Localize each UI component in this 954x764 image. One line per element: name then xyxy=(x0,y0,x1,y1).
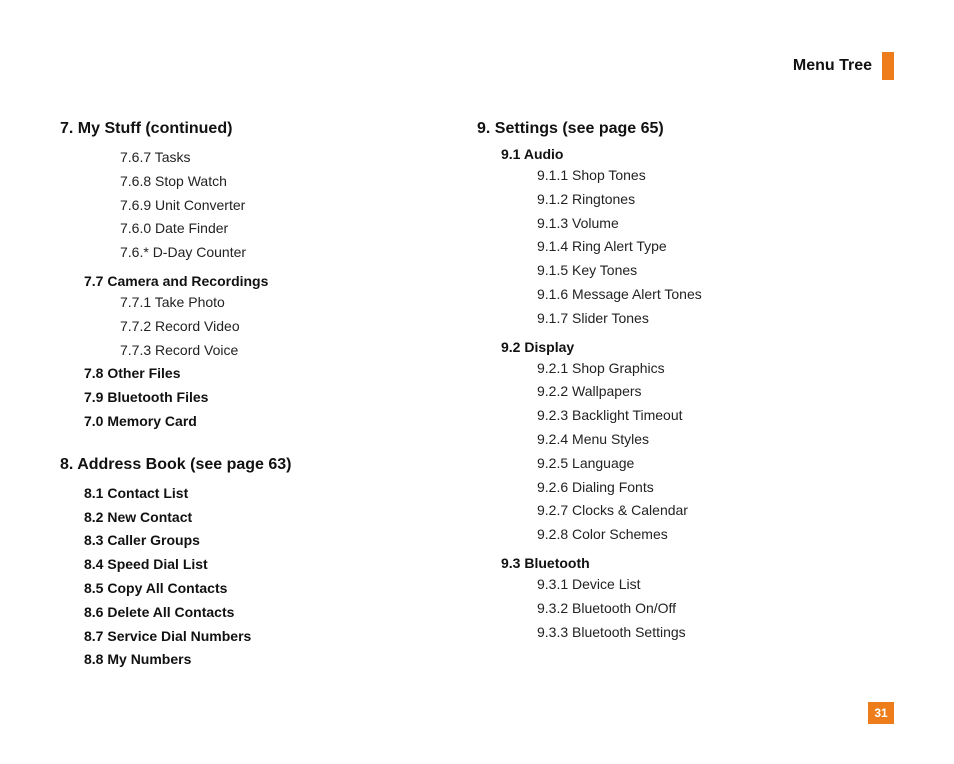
page: Menu Tree 7. My Stuff (continued) 7.6.7 … xyxy=(0,0,954,764)
left-column: 7. My Stuff (continued) 7.6.7 Tasks 7.6.… xyxy=(60,120,477,694)
list-item: 7.6.9 Unit Converter xyxy=(60,194,447,218)
list-item: 7.6.8 Stop Watch xyxy=(60,170,447,194)
content-columns: 7. My Stuff (continued) 7.6.7 Tasks 7.6.… xyxy=(60,120,894,694)
list-item-bold: 7.8 Other Files xyxy=(60,362,447,386)
list-item-bold: 8.7 Service Dial Numbers xyxy=(60,625,447,649)
list-item: 9.1.1 Shop Tones xyxy=(477,164,864,188)
section-heading: 7. My Stuff (continued) xyxy=(60,120,447,138)
page-header: Menu Tree xyxy=(793,52,894,80)
list-item: 7.7.3 Record Voice xyxy=(60,339,447,363)
list-item: 9.1.4 Ring Alert Type xyxy=(477,235,864,259)
sub-heading: 7.7 Camera and Recordings xyxy=(60,273,447,289)
header-accent-bar xyxy=(882,52,894,80)
list-item-bold: 8.6 Delete All Contacts xyxy=(60,601,447,625)
list-item-bold: 8.1 Contact List xyxy=(60,482,447,506)
list-item: 9.2.1 Shop Graphics xyxy=(477,357,864,381)
list-item-bold: 7.9 Bluetooth Files xyxy=(60,386,447,410)
list-item: 9.3.3 Bluetooth Settings xyxy=(477,621,864,645)
list-item-bold: 7.0 Memory Card xyxy=(60,410,447,434)
list-item: 9.1.3 Volume xyxy=(477,212,864,236)
list-item: 9.1.2 Ringtones xyxy=(477,188,864,212)
sub-heading: 9.2 Display xyxy=(477,339,864,355)
page-number: 31 xyxy=(874,706,887,720)
list-item: 9.2.3 Backlight Timeout xyxy=(477,404,864,428)
list-item: 7.6.0 Date Finder xyxy=(60,217,447,241)
list-item: 9.1.5 Key Tones xyxy=(477,259,864,283)
list-item: 9.2.5 Language xyxy=(477,452,864,476)
list-item: 9.2.2 Wallpapers xyxy=(477,380,864,404)
list-item: 9.1.7 Slider Tones xyxy=(477,307,864,331)
list-item: 9.2.4 Menu Styles xyxy=(477,428,864,452)
list-item: 7.7.1 Take Photo xyxy=(60,291,447,315)
list-item-bold: 8.8 My Numbers xyxy=(60,648,447,672)
page-number-badge: 31 xyxy=(868,702,894,724)
list-item: 7.6.* D-Day Counter xyxy=(60,241,447,265)
list-item: 9.2.6 Dialing Fonts xyxy=(477,476,864,500)
section-heading: 8. Address Book (see page 63) xyxy=(60,456,447,474)
list-item-bold: 8.4 Speed Dial List xyxy=(60,553,447,577)
sub-heading: 9.3 Bluetooth xyxy=(477,555,864,571)
section-my-stuff: 7. My Stuff (continued) 7.6.7 Tasks 7.6.… xyxy=(60,120,447,434)
list-item: 9.3.2 Bluetooth On/Off xyxy=(477,597,864,621)
section-address-book: 8. Address Book (see page 63) 8.1 Contac… xyxy=(60,456,447,672)
section-heading: 9. Settings (see page 65) xyxy=(477,120,864,138)
sub-heading: 9.1 Audio xyxy=(477,146,864,162)
list-item: 9.1.6 Message Alert Tones xyxy=(477,283,864,307)
list-item-bold: 8.5 Copy All Contacts xyxy=(60,577,447,601)
list-item: 7.7.2 Record Video xyxy=(60,315,447,339)
list-item-bold: 8.2 New Contact xyxy=(60,506,447,530)
list-item-bold: 8.3 Caller Groups xyxy=(60,529,447,553)
list-item: 9.2.8 Color Schemes xyxy=(477,523,864,547)
list-item: 9.3.1 Device List xyxy=(477,573,864,597)
list-item: 9.2.7 Clocks & Calendar xyxy=(477,499,864,523)
right-column: 9. Settings (see page 65) 9.1 Audio 9.1.… xyxy=(477,120,894,694)
header-title: Menu Tree xyxy=(793,57,872,75)
section-settings: 9. Settings (see page 65) 9.1 Audio 9.1.… xyxy=(477,120,864,644)
list-item: 7.6.7 Tasks xyxy=(60,146,447,170)
